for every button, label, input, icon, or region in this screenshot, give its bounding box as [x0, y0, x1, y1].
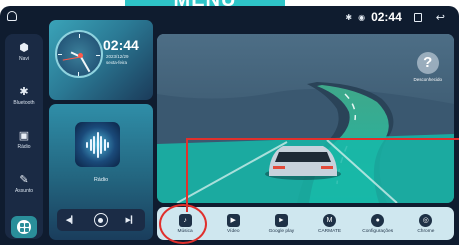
- radio-label: Rádio: [93, 177, 109, 183]
- previous-icon[interactable]: ◀▎: [66, 216, 77, 224]
- brush-icon: ✎: [19, 174, 29, 186]
- next-icon[interactable]: ▶▎: [125, 216, 136, 224]
- sidebar-item-navi[interactable]: ⬢ Navi: [5, 42, 43, 62]
- dock-item-label: Configurações: [362, 228, 394, 234]
- navigation-icon: ⬢: [19, 42, 29, 54]
- status-clock: 02:44: [371, 10, 402, 24]
- google-play-icon: ►: [274, 213, 288, 227]
- dock-item-video[interactable]: ▶ Vídeo: [213, 213, 253, 234]
- analog-clock: [55, 30, 103, 78]
- annotation-circle: [159, 204, 207, 244]
- sidebar-item-assunto[interactable]: ✎ Assunto: [5, 174, 43, 194]
- radio-player-controls: ◀▎ ▶▎: [57, 209, 145, 231]
- annotation-line-top: [186, 138, 459, 140]
- bluetooth-icon: ✱: [345, 12, 353, 22]
- sidebar-item-label: Rádio: [17, 144, 31, 150]
- dock-item-label: Google play: [268, 228, 295, 234]
- dock-item-label: Vídeo: [226, 228, 240, 234]
- status-right: ✱ ◉ 02:44 ↩: [345, 10, 445, 24]
- dock-item-label: CARMATE: [317, 228, 342, 234]
- settings-icon: ●: [371, 213, 385, 227]
- radio-widget[interactable]: Rádio ◀▎ ▶▎: [49, 104, 153, 240]
- recent-apps-icon[interactable]: [413, 12, 422, 22]
- unknown-label: Desconhecido: [413, 77, 442, 82]
- app-drawer-button[interactable]: [11, 216, 37, 238]
- back-icon[interactable]: ↩: [436, 11, 445, 24]
- clock-weekday: sexta-feira: [106, 60, 128, 65]
- home-icon[interactable]: [7, 11, 17, 21]
- sidebar: ⬢ Navi ✱ Bluetooth ▣ Rádio ✎ Assunto: [5, 34, 43, 239]
- sidebar-item-label: Bluetooth: [13, 100, 35, 106]
- bluetooth-icon: ✱: [19, 86, 29, 98]
- minute-hand: [80, 56, 91, 72]
- head-unit-screen: ✱ ◉ 02:44 ↩ ⬢ Navi ✱ Bluetooth ▣ Rádio ✎…: [0, 6, 459, 245]
- dock-item-chrome[interactable]: ◎ Chrome: [406, 213, 446, 234]
- radio-waveform-icon: [75, 122, 120, 167]
- question-icon: ?: [416, 52, 439, 74]
- clock-widget[interactable]: 02:44 2023/12/29 sexta-feira: [49, 20, 153, 100]
- dock-item-carmate[interactable]: M CARMATE: [310, 213, 350, 234]
- sidebar-item-bluetooth[interactable]: ✱ Bluetooth: [5, 86, 43, 106]
- unknown-destination[interactable]: ? Desconhecido: [413, 52, 442, 82]
- play-icon[interactable]: [93, 213, 108, 227]
- sidebar-item-radio[interactable]: ▣ Rádio: [5, 130, 43, 150]
- sidebar-item-label: Navi: [18, 56, 29, 62]
- annotation-line-left: [186, 138, 188, 212]
- digital-time: 02:44: [103, 37, 139, 53]
- radio-icon: ▣: [18, 130, 30, 142]
- video-icon: ▶: [226, 213, 240, 227]
- sidebar-item-label: Assunto: [14, 188, 34, 194]
- navigation-scene[interactable]: ? Desconhecido: [157, 34, 454, 203]
- app-grid-icon: [17, 220, 31, 234]
- clock-date: 2023/12/29: [106, 54, 129, 59]
- dock-item-configuracoes[interactable]: ● Configurações: [358, 213, 398, 234]
- dock-item-label: Chrome: [417, 228, 435, 234]
- location-icon: ◉: [358, 12, 366, 22]
- chrome-icon: ◎: [419, 213, 433, 227]
- road-illustration: [157, 34, 454, 203]
- carmate-icon: M: [323, 213, 337, 227]
- dock-item-google-play[interactable]: ► Google play: [261, 213, 301, 234]
